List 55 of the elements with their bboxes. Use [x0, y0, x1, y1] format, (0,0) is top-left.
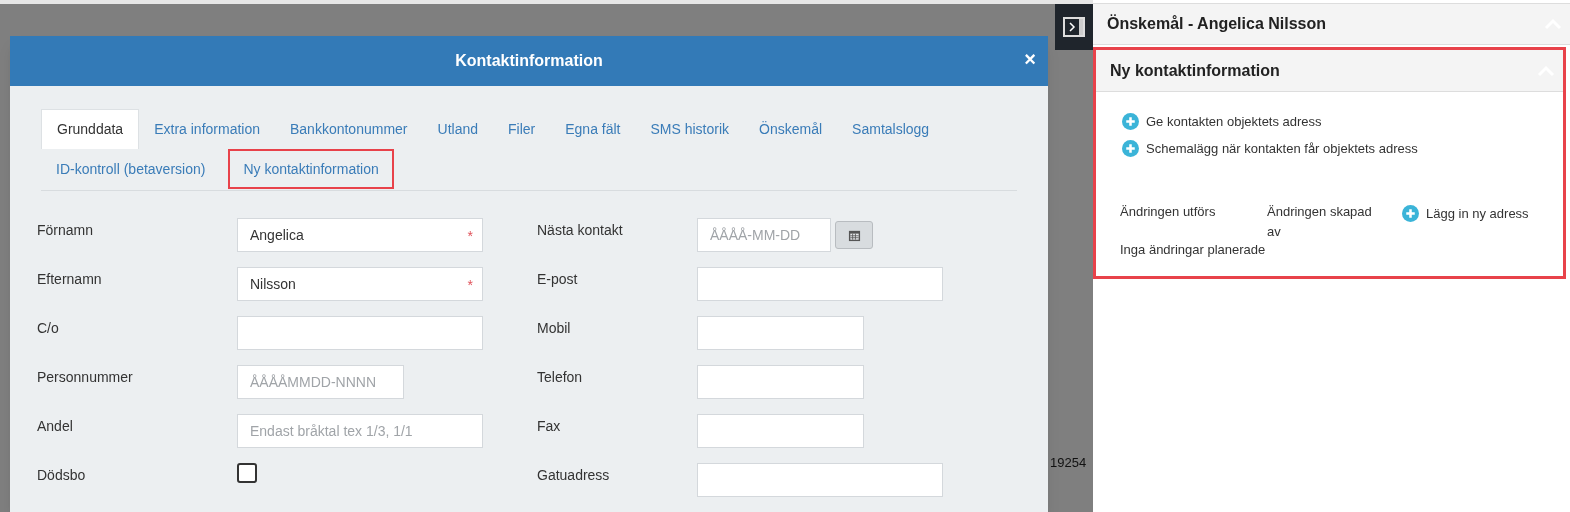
- required-mark: *: [467, 276, 473, 295]
- empty-message: Inga ändringar planerade: [1120, 241, 1267, 259]
- tab[interactable]: Extra information: [139, 109, 275, 149]
- chevron-right-icon: [1068, 22, 1076, 32]
- panel-toggle-button[interactable]: [1063, 17, 1085, 37]
- field-label: Fax: [537, 417, 562, 436]
- field-label: E-post: [537, 270, 579, 289]
- plus-circle-icon: [1122, 140, 1139, 157]
- field-label: Förnamn: [37, 221, 95, 240]
- text-field[interactable]: [697, 365, 864, 399]
- field-label: Nästa kontakt: [537, 221, 624, 240]
- field-label: Mobil: [537, 319, 572, 338]
- add-address-link[interactable]: Lägg in ny adress: [1402, 204, 1529, 224]
- text-field[interactable]: [697, 316, 864, 350]
- section-title: Ny kontaktinformation: [1110, 60, 1280, 81]
- tab[interactable]: ID-kontroll (betaversion): [41, 149, 221, 189]
- tab[interactable]: Grunddata: [41, 109, 140, 149]
- section-header[interactable]: Önskemål - Angelica Nilsson: [1093, 3, 1570, 45]
- tab[interactable]: Egna fält: [550, 109, 636, 149]
- tab[interactable]: Bankkontonummer: [275, 109, 423, 149]
- field-label: Telefon: [537, 368, 584, 387]
- field-label: Personnummer: [37, 368, 134, 387]
- tab[interactable]: Önskemål: [744, 109, 838, 149]
- text-field[interactable]: ÅÅÅÅMMDD-NNNN: [237, 365, 404, 399]
- calendar-button[interactable]: [835, 221, 873, 249]
- plus-circle-icon: [1122, 113, 1139, 130]
- text-field[interactable]: [697, 463, 943, 497]
- column-header: Ändringen skapad av: [1267, 203, 1373, 241]
- field-label: Andel: [37, 417, 74, 436]
- action-link[interactable]: Ge kontakten objektets adress: [1122, 108, 1563, 135]
- date-field[interactable]: ÅÅÅÅ-MM-DD: [697, 218, 831, 252]
- field-label: C/o: [37, 319, 60, 338]
- tab[interactable]: Filer: [493, 109, 551, 149]
- tab[interactable]: Utland: [422, 109, 493, 149]
- text-field[interactable]: Endast bråktal tex 1/3, 1/1: [237, 414, 483, 448]
- required-mark: *: [467, 227, 473, 246]
- close-button[interactable]: ×: [1024, 49, 1036, 69]
- dialog-title: Kontaktinformation: [455, 51, 603, 71]
- column-header: Ändringen utförs: [1120, 203, 1217, 221]
- tab[interactable]: Samtalslogg: [837, 109, 945, 149]
- section-title: Önskemål - Angelica Nilsson: [1107, 13, 1327, 34]
- section-header[interactable]: Ny kontaktinformation: [1096, 50, 1563, 92]
- field-label: Dödsbo: [37, 466, 87, 485]
- checkbox[interactable]: [237, 463, 257, 483]
- tab[interactable]: SMS historik: [635, 109, 745, 149]
- calendar-icon: [847, 228, 861, 242]
- plus-circle-icon: [1402, 205, 1419, 223]
- text-field[interactable]: [697, 267, 943, 301]
- text-field[interactable]: [697, 414, 864, 448]
- action-link[interactable]: Schemalägg när kontakten får objektets adress: [1122, 135, 1563, 162]
- text-field[interactable]: [237, 316, 483, 350]
- tab[interactable]: Ny kontaktinformation: [228, 149, 394, 189]
- field-label: Efternamn: [37, 270, 103, 289]
- background-text: 19254: [1050, 453, 1088, 472]
- field-label: Gatuadress: [537, 466, 611, 485]
